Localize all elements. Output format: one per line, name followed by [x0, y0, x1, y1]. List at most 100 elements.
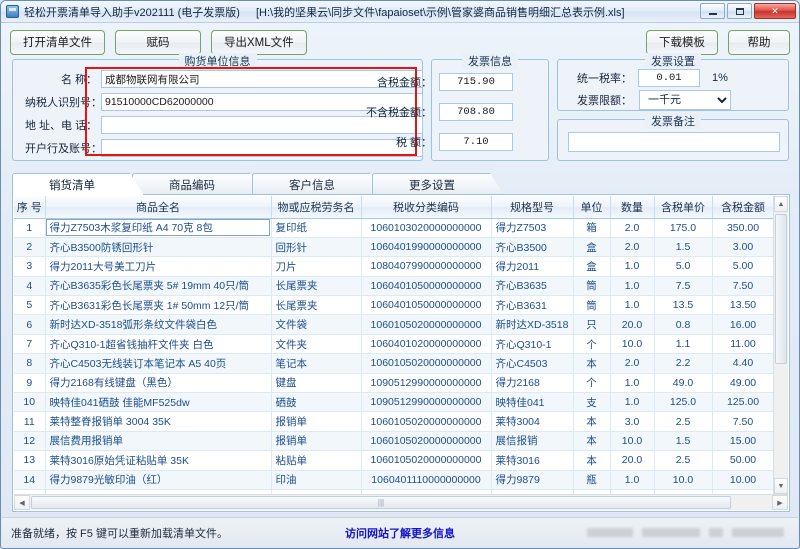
scroll-down-icon[interactable]: ▼ — [774, 478, 788, 494]
table-cell[interactable]: 2.0 — [610, 237, 654, 256]
table-cell[interactable]: 个 — [573, 373, 610, 392]
table-cell[interactable]: 7.50 — [712, 276, 773, 295]
table-cell[interactable]: 175.0 — [654, 218, 712, 237]
table-cell[interactable]: 1.0 — [610, 470, 654, 489]
table-cell[interactable]: 10.00 — [712, 470, 773, 489]
table-cell[interactable]: 10 — [14, 393, 45, 412]
help-button[interactable]: 帮助 — [728, 30, 790, 55]
table-cell[interactable]: 硒鼓 — [271, 393, 361, 412]
table-cell[interactable]: 3.0 — [610, 412, 654, 431]
horizontal-scrollbar[interactable]: ◀ ||| ▶ — [14, 494, 788, 510]
column-header[interactable]: 含税金额 — [712, 196, 773, 218]
horizontal-scroll-thumb[interactable]: ||| — [31, 496, 731, 509]
table-cell[interactable]: 1060105020000000000 — [361, 431, 491, 450]
table-cell[interactable]: 1060401020000000000 — [361, 334, 491, 353]
table-cell[interactable]: 齐心B3635彩色长尾票夹 5# 19mm 40只/筒 — [45, 276, 271, 295]
vertical-scrollbar[interactable]: ▲ ▼ — [773, 196, 788, 494]
table-cell[interactable]: 齐心Q310-1超省钱抽杆文件夹 白色 — [45, 334, 271, 353]
table-cell[interactable]: 2.5 — [654, 451, 712, 470]
table-cell[interactable]: 莱特3016 — [491, 451, 573, 470]
table-cell[interactable]: 复印纸 — [271, 218, 361, 237]
table-row[interactable]: 2齐心B3500防锈回形针回形针1060401990000000000齐心B35… — [14, 237, 773, 256]
table-cell[interactable]: 映特佳041硒鼓 佳能MF525dw — [45, 393, 271, 412]
table-cell[interactable]: 1060401050000000000 — [361, 296, 491, 315]
table-cell[interactable]: 齐心B3631 — [491, 296, 573, 315]
table-cell[interactable]: 5.00 — [712, 257, 773, 276]
table-cell[interactable]: 0.8 — [654, 315, 712, 334]
table-cell[interactable]: 12 — [14, 431, 45, 450]
tab-more-settings[interactable]: 更多设置 — [372, 173, 504, 195]
tax-amount-input[interactable]: 7.10 — [439, 133, 513, 151]
table-cell[interactable]: 125.00 — [712, 393, 773, 412]
table-cell[interactable]: 1060401050000000000 — [361, 276, 491, 295]
table-cell[interactable]: 莱特3016原始凭证粘贴单 35K — [45, 451, 271, 470]
tab-sales-list[interactable]: 销货清单 — [12, 173, 144, 195]
column-header[interactable]: 数量 — [610, 196, 654, 218]
table-cell[interactable]: 16.00 — [712, 315, 773, 334]
assign-code-button[interactable]: 赋码 — [115, 30, 201, 55]
table-cell[interactable]: 个 — [573, 334, 610, 353]
table-cell[interactable]: 1.5 — [654, 431, 712, 450]
table-cell[interactable]: 报销单 — [271, 412, 361, 431]
table-row[interactable]: 5齐心B3631彩色长尾票夹 1# 50mm 12只/筒长尾票夹10604010… — [14, 296, 773, 315]
table-cell[interactable]: 齐心B3500防锈回形针 — [45, 237, 271, 256]
column-header[interactable]: 税收分类编码 — [361, 196, 491, 218]
vertical-scroll-thumb[interactable] — [775, 214, 787, 364]
table-cell[interactable]: 10.0 — [610, 431, 654, 450]
column-header[interactable]: 序 号 — [14, 196, 45, 218]
table-cell[interactable]: 得力2011 — [491, 257, 573, 276]
table-cell[interactable]: 新时达XD-3518弧形条纹文件袋白色 — [45, 315, 271, 334]
table-cell[interactable]: 13.5 — [654, 296, 712, 315]
table-cell[interactable]: 1080407990000000000 — [361, 257, 491, 276]
table-cell[interactable]: 1.0 — [610, 393, 654, 412]
table-cell[interactable]: 50.00 — [712, 451, 773, 470]
table-cell[interactable]: 盒 — [573, 237, 610, 256]
table-cell[interactable]: 筒 — [573, 276, 610, 295]
table-row[interactable]: 10映特佳041硒鼓 佳能MF525dw硒鼓109051299000000000… — [14, 393, 773, 412]
website-link[interactable]: 访问网站了解更多信息 — [345, 525, 455, 541]
table-cell[interactable]: 键盘 — [271, 373, 361, 392]
table-cell[interactable]: 7.5 — [654, 276, 712, 295]
uniform-tax-rate-input[interactable]: 0.01 — [638, 69, 700, 87]
table-cell[interactable]: 125.0 — [654, 393, 712, 412]
table-row[interactable]: 11莱特整脊报销单 3004 35K报销单1060105020000000000… — [14, 412, 773, 431]
table-cell[interactable]: 齐心B3500 — [491, 237, 573, 256]
table-cell[interactable]: 得力2011大号美工刀片 — [45, 257, 271, 276]
tab-product-code[interactable]: 商品编码 — [132, 173, 264, 195]
table-cell[interactable]: 长尾票夹 — [271, 296, 361, 315]
table-cell[interactable]: 本 — [573, 412, 610, 431]
table-cell[interactable]: 文件袋 — [271, 315, 361, 334]
table-cell[interactable]: 本 — [573, 451, 610, 470]
table-cell[interactable]: 1.1 — [654, 334, 712, 353]
table-row[interactable]: 3得力2011大号美工刀片刀片1080407990000000000得力2011… — [14, 257, 773, 276]
tax-excluded-amount-input[interactable]: 708.80 — [439, 103, 513, 121]
table-cell[interactable]: 箱 — [573, 218, 610, 237]
column-header[interactable]: 含税单价 — [654, 196, 712, 218]
table-cell[interactable]: 7.50 — [712, 412, 773, 431]
table-cell[interactable]: 1.0 — [610, 257, 654, 276]
minimize-button[interactable] — [700, 3, 725, 19]
table-cell[interactable]: 1 — [14, 218, 45, 237]
table-row[interactable]: 7齐心Q310-1超省钱抽杆文件夹 白色文件夹10604010200000000… — [14, 334, 773, 353]
table-cell[interactable]: 3 — [14, 257, 45, 276]
table-cell[interactable]: 5 — [14, 296, 45, 315]
table-cell[interactable]: 1090512990000000000 — [361, 373, 491, 392]
table-cell[interactable]: 齐心Q310-1 — [491, 334, 573, 353]
table-cell[interactable]: 10.0 — [654, 470, 712, 489]
table-cell[interactable]: 2.0 — [610, 354, 654, 373]
table-cell[interactable]: 1060105020000000000 — [361, 451, 491, 470]
table-row[interactable]: 13莱特3016原始凭证粘贴单 35K粘贴单106010502000000000… — [14, 451, 773, 470]
table-cell[interactable]: 11 — [14, 412, 45, 431]
tax-included-amount-input[interactable]: 715.90 — [439, 73, 513, 91]
table-cell[interactable]: 筒 — [573, 296, 610, 315]
table-row[interactable]: 9得力2168有线键盘（黑色）键盘1090512990000000000得力21… — [14, 373, 773, 392]
table-cell[interactable]: 映特佳041 — [491, 393, 573, 412]
column-header[interactable]: 单位 — [573, 196, 610, 218]
table-row[interactable]: 1得力Z7503木浆复印纸 A4 70克 8包复印纸10601030200000… — [14, 218, 773, 237]
scroll-right-icon[interactable]: ▶ — [772, 495, 788, 510]
table-row[interactable]: 8齐心C4503无线装订本笔记本 A5 40页笔记本10601050200000… — [14, 354, 773, 373]
table-cell[interactable]: 49.00 — [712, 373, 773, 392]
table-cell[interactable]: 莱特整脊报销单 3004 35K — [45, 412, 271, 431]
table-cell[interactable]: 瓶 — [573, 470, 610, 489]
table-cell[interactable]: 2.5 — [654, 412, 712, 431]
